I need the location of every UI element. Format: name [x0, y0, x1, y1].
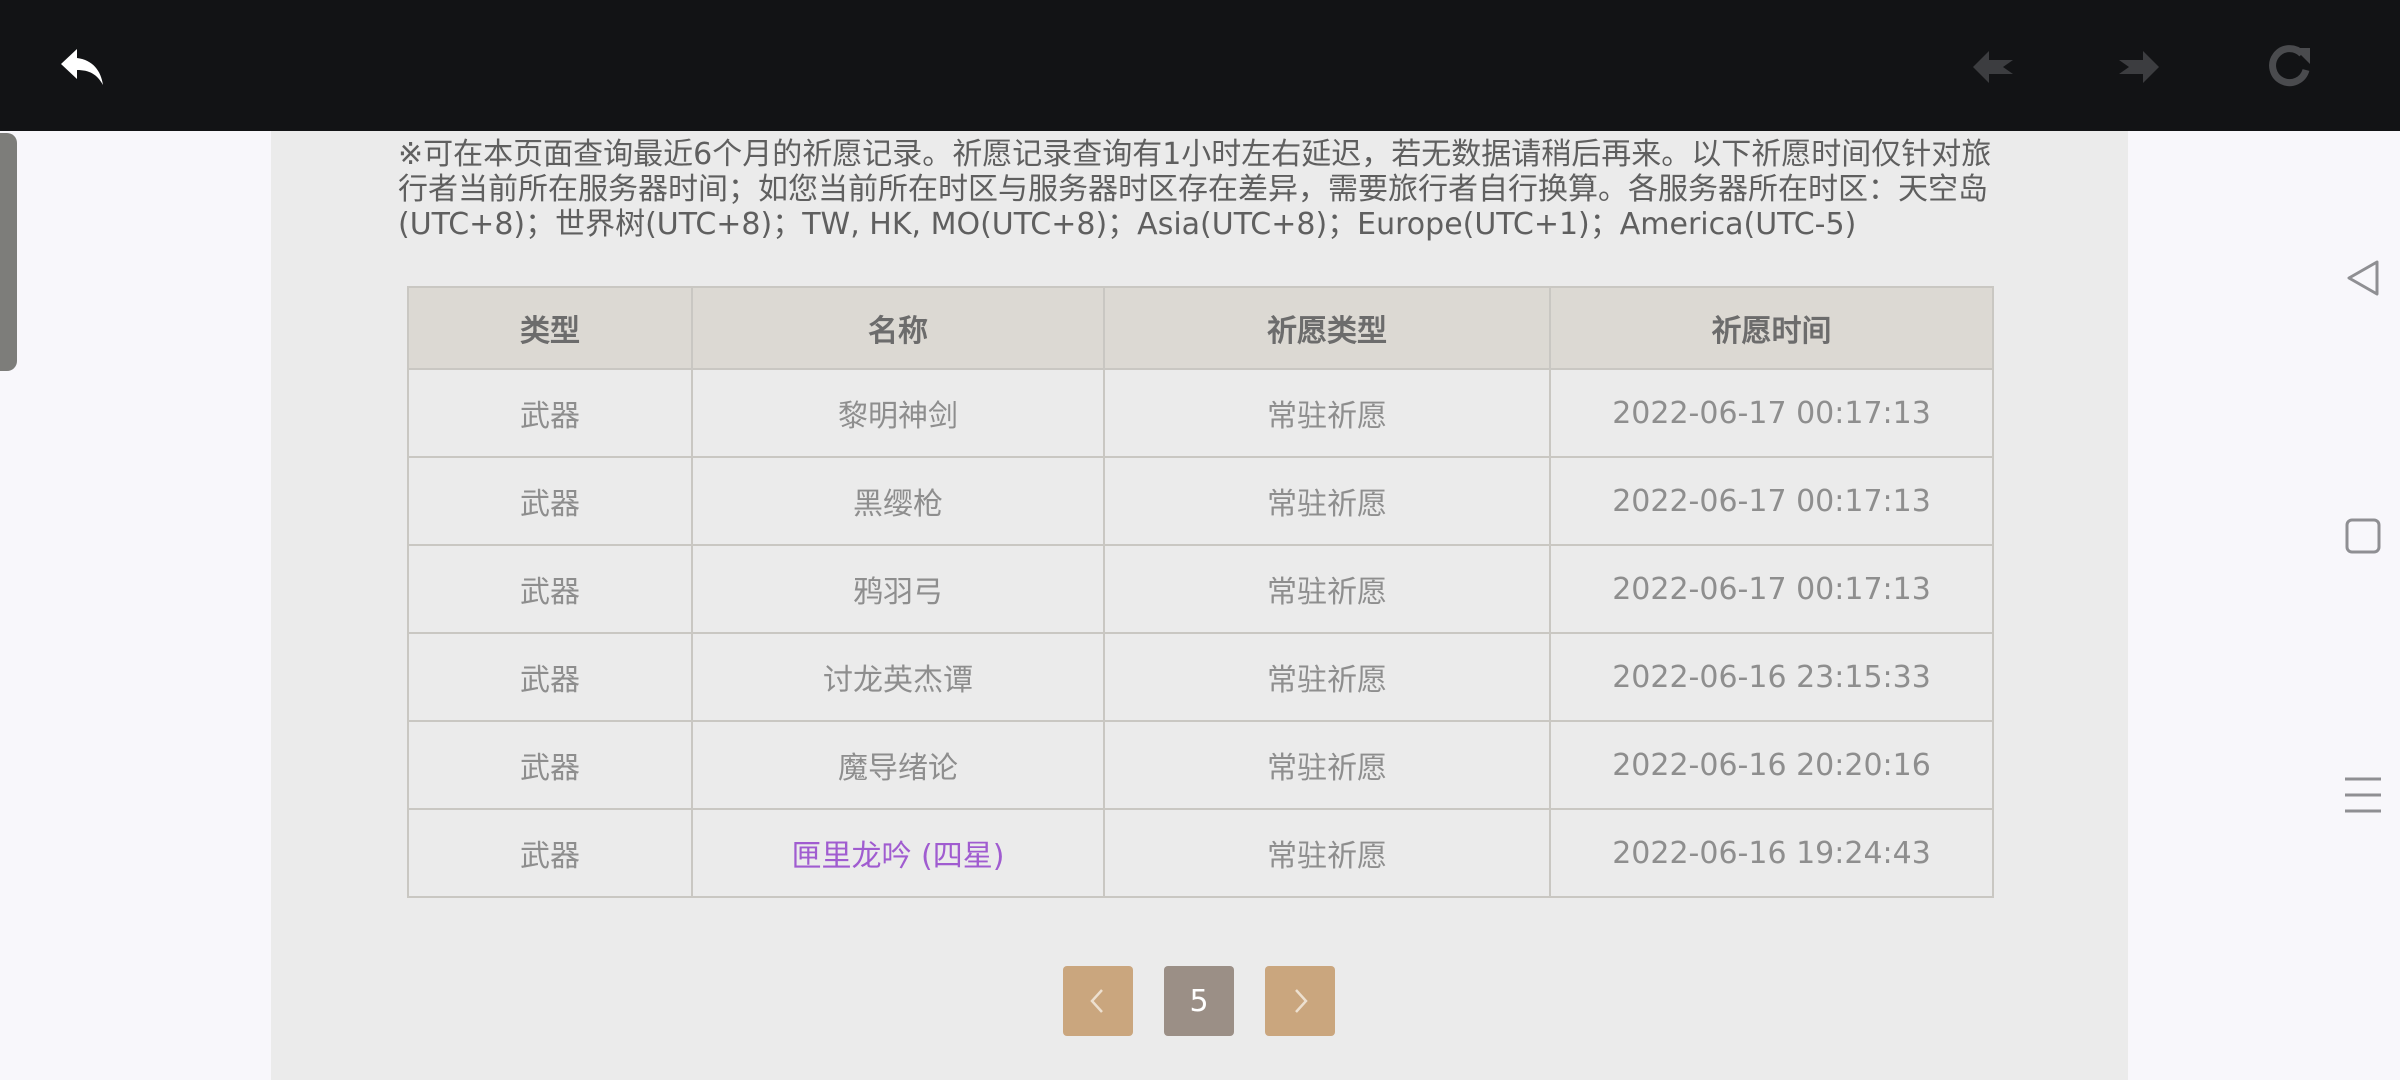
- next-page-button[interactable]: [1265, 966, 1335, 1036]
- header-type: 类型: [407, 286, 693, 370]
- cell-name: 黎明神剑: [691, 368, 1105, 458]
- cell-name-four-star: 匣里龙吟 (四星): [691, 808, 1105, 898]
- system-back-button[interactable]: [2340, 255, 2386, 301]
- header-wish-type: 祈愿类型: [1103, 286, 1551, 370]
- reload-button[interactable]: [2254, 32, 2324, 102]
- cell-type: 武器: [407, 544, 693, 634]
- cell-type: 武器: [407, 808, 693, 898]
- cell-wish-type: 常驻祈愿: [1103, 808, 1551, 898]
- back-button[interactable]: [48, 32, 118, 102]
- cell-wish-type: 常驻祈愿: [1103, 632, 1551, 722]
- triangle-back-icon: [2347, 260, 2379, 296]
- current-page-indicator: 5: [1164, 966, 1234, 1036]
- table-row: 武器 鸦羽弓 常驻祈愿 2022-06-17 00:17:13: [407, 544, 1994, 634]
- cell-time: 2022-06-17 00:17:13: [1549, 456, 1994, 546]
- square-home-icon: [2345, 518, 2381, 554]
- cell-name: 鸦羽弓: [691, 544, 1105, 634]
- notice-text: ※可在本页面查询最近6个月的祈愿记录。祈愿记录查询有1小时左右延迟，若无数据请稍…: [398, 137, 1992, 242]
- table-row: 武器 黎明神剑 常驻祈愿 2022-06-17 00:17:13: [407, 368, 1994, 458]
- reload-icon: [2269, 45, 2310, 87]
- cell-name: 魔导绪论: [691, 720, 1105, 810]
- table-header-row: 类型 名称 祈愿类型 祈愿时间: [407, 286, 1994, 370]
- header-name: 名称: [691, 286, 1105, 370]
- cell-name: 讨龙英杰谭: [691, 632, 1105, 722]
- cell-wish-type: 常驻祈愿: [1103, 368, 1551, 458]
- wish-history-table: 类型 名称 祈愿类型 祈愿时间 武器 黎明神剑 常驻祈愿 2022-06-17 …: [407, 286, 1994, 898]
- page-back-icon: [1973, 51, 2013, 83]
- pagination: 5: [1063, 966, 1335, 1036]
- cell-time: 2022-06-16 23:15:33: [1549, 632, 1994, 722]
- prev-page-button[interactable]: [1063, 966, 1133, 1036]
- table-row: 武器 黑缨枪 常驻祈愿 2022-06-17 00:17:13: [407, 456, 1994, 546]
- chevron-right-icon: [1295, 989, 1308, 1013]
- back-arrow-icon: [61, 49, 103, 85]
- page-forward-icon: [2119, 51, 2159, 83]
- cell-type: 武器: [407, 456, 693, 546]
- cell-type: 武器: [407, 720, 693, 810]
- system-recents-button[interactable]: [2340, 772, 2386, 818]
- top-toolbar: [0, 0, 2400, 131]
- table-row: 武器 魔导绪论 常驻祈愿 2022-06-16 20:20:16: [407, 720, 1994, 810]
- system-home-button[interactable]: [2340, 513, 2386, 559]
- table-row: 武器 匣里龙吟 (四星) 常驻祈愿 2022-06-16 19:24:43: [407, 808, 1994, 898]
- cell-time: 2022-06-17 00:17:13: [1549, 368, 1994, 458]
- header-time: 祈愿时间: [1549, 286, 1994, 370]
- page-forward-button[interactable]: [2104, 32, 2174, 102]
- cell-time: 2022-06-16 19:24:43: [1549, 808, 1994, 898]
- table-row: 武器 讨龙英杰谭 常驻祈愿 2022-06-16 23:15:33: [407, 632, 1994, 722]
- cell-type: 武器: [407, 368, 693, 458]
- cell-type: 武器: [407, 632, 693, 722]
- page-back-button[interactable]: [1958, 32, 2028, 102]
- cell-time: 2022-06-16 20:20:16: [1549, 720, 1994, 810]
- cell-wish-type: 常驻祈愿: [1103, 456, 1551, 546]
- menu-lines-icon: [2345, 777, 2381, 813]
- wish-history-panel: ※可在本页面查询最近6个月的祈愿记录。祈愿记录查询有1小时左右延迟，若无数据请稍…: [271, 131, 2128, 1080]
- cell-name: 黑缨枪: [691, 456, 1105, 546]
- cell-wish-type: 常驻祈愿: [1103, 720, 1551, 810]
- chevron-left-icon: [1090, 989, 1103, 1013]
- side-drawer-handle[interactable]: [0, 133, 17, 371]
- cell-time: 2022-06-17 00:17:13: [1549, 544, 1994, 634]
- cell-wish-type: 常驻祈愿: [1103, 544, 1551, 634]
